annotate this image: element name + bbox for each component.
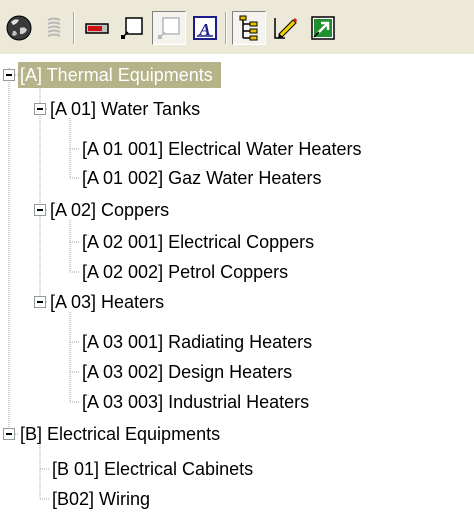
tree-node-a02-002[interactable]: [A 02 002] Petrol Coppers (80, 259, 290, 285)
expand-toggle[interactable] (34, 103, 46, 115)
tree-node-a01-001[interactable]: [A 01 001] Electrical Water Heaters (80, 136, 363, 162)
tree-connector-lines (8, 68, 80, 500)
category-tree[interactable]: [A] Thermal Equipments [A 01] Water Tank… (0, 54, 474, 520)
tree-node-a02-001[interactable]: [A 02 001] Electrical Coppers (80, 229, 316, 255)
tree-window: A [A] Thermal Equipments [A 01] Water Ta… (0, 0, 474, 520)
globe-button[interactable] (2, 11, 36, 45)
tree-view-button[interactable] (232, 11, 266, 45)
tree-view-icon (239, 15, 258, 41)
toolbar-separator (73, 12, 75, 44)
expand-toggle[interactable] (34, 296, 46, 308)
expand-toggle[interactable] (34, 204, 46, 216)
tree-node-a02[interactable]: [A 02] Coppers (48, 197, 171, 223)
tree-node-a03-001[interactable]: [A 03 001] Radiating Heaters (80, 329, 314, 355)
battery-icon (85, 23, 109, 34)
toolbar-separator (225, 12, 227, 44)
globe-icon (6, 15, 32, 41)
tree-node-b01[interactable]: [B 01] Electrical Cabinets (50, 456, 255, 482)
window-disabled-button[interactable] (152, 11, 186, 45)
tree-node-a03-003[interactable]: [A 03 003] Industrial Heaters (80, 389, 311, 415)
export-button[interactable] (306, 11, 340, 45)
coil-icon (47, 17, 61, 37)
text-style-button[interactable]: A (188, 11, 222, 45)
export-icon (311, 16, 335, 40)
window-button[interactable] (115, 11, 149, 45)
tree-node-a01-002[interactable]: [A 01 002] Gaz Water Heaters (80, 165, 323, 191)
tree-node-b[interactable]: [B] Electrical Equipments (18, 421, 222, 447)
pen-edit-button[interactable] (268, 11, 302, 45)
window-icon (121, 17, 143, 39)
window-disabled-icon (158, 17, 180, 39)
tree-node-b02[interactable]: [B02] Wiring (50, 486, 152, 512)
battery-button[interactable] (80, 11, 114, 45)
expand-toggle[interactable] (3, 428, 15, 440)
tree-node-a03[interactable]: [A 03] Heaters (48, 289, 166, 315)
tree-node-a03-002[interactable]: [A 03 002] Design Heaters (80, 359, 294, 385)
toolbar: A (0, 0, 474, 54)
expand-toggle[interactable] (3, 69, 15, 81)
coil-button[interactable] (37, 11, 71, 45)
tree-node-a[interactable]: [A] Thermal Equipments (18, 62, 221, 88)
text-style-icon: A (193, 16, 217, 40)
pen-edit-icon (274, 18, 297, 39)
tree-node-a01[interactable]: [A 01] Water Tanks (48, 96, 202, 122)
